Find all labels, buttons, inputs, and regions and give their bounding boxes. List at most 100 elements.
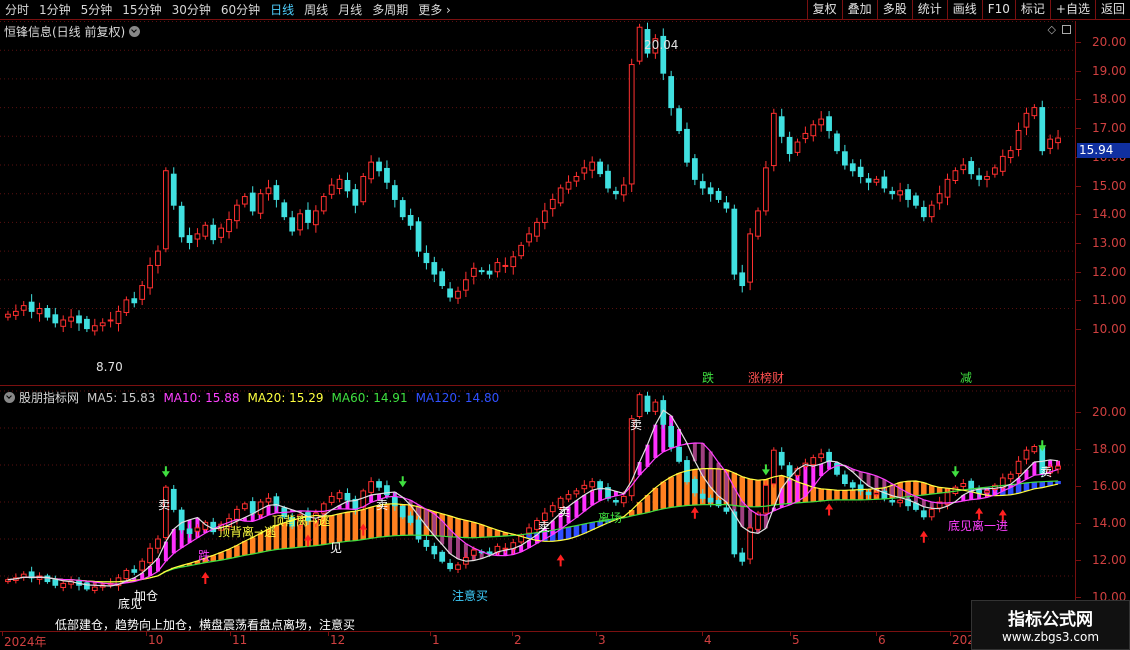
exit-label: 离场	[598, 511, 623, 525]
candle-up	[897, 190, 904, 196]
candle-up	[549, 198, 556, 210]
period-tab[interactable]: 1分钟	[34, 0, 76, 20]
period-tab[interactable]: 日线	[265, 0, 299, 20]
price-tick-label: 18.00	[1092, 92, 1127, 107]
period-tab[interactable]: 5分钟	[76, 0, 118, 20]
price-tick-label: 10.00	[1092, 322, 1127, 336]
period-tab[interactable]: 60分钟	[216, 0, 265, 20]
indicator-panel[interactable]: 股朋指标网 MA5: 15.83 MA10: 15.88 MA20: 15.29…	[0, 387, 1075, 631]
period-tab[interactable]: 多周期	[367, 0, 413, 20]
square-icon[interactable]	[1062, 25, 1071, 34]
price-tick	[1076, 214, 1081, 216]
buy-arrow-icon	[303, 534, 312, 547]
price-tick-label: 14.00	[1092, 207, 1127, 222]
price-tick	[1076, 185, 1081, 187]
candle-down	[968, 480, 975, 490]
add-position-label: 加仓	[134, 589, 159, 603]
candle-down	[739, 552, 746, 562]
candle-down	[707, 497, 714, 503]
indicator-title-text: 股朋指标网	[19, 391, 80, 405]
period-tab[interactable]: 分时	[0, 0, 34, 20]
toolbar-button[interactable]: F10	[981, 0, 1015, 20]
toolbar-button[interactable]: 返回	[1094, 0, 1130, 20]
candle-up	[557, 187, 564, 204]
candle-down	[865, 491, 872, 496]
candle-down	[644, 395, 651, 412]
candle-up	[589, 161, 596, 171]
month-tick	[146, 632, 147, 636]
candle-up	[652, 401, 659, 412]
main-chart-panel[interactable]: 恒锋信息(日线 前复权) ◇ 20.04 8.70 跌 涨榜财 减	[0, 21, 1075, 386]
corner-icons: ◇	[1048, 23, 1071, 36]
candle-down	[699, 493, 706, 499]
candle-down	[723, 507, 730, 512]
see-label: 见	[330, 541, 343, 555]
sell-arrow-icon	[398, 476, 407, 488]
month-tick	[230, 632, 231, 636]
period-tab[interactable]: 15分钟	[117, 0, 166, 20]
price-tick	[1076, 560, 1081, 561]
ma60-label: MA60: 14.91	[331, 390, 408, 405]
candle-up	[99, 322, 106, 327]
watermark-url: www.zbgs3.com	[1001, 630, 1100, 644]
stock-title: 恒锋信息(日线 前复权)	[4, 23, 141, 40]
candle-up	[549, 505, 556, 513]
toolbar-button[interactable]: 统计	[911, 0, 947, 20]
event-tag-3[interactable]: 减	[960, 369, 972, 386]
toolbar-button[interactable]: +自选	[1049, 0, 1095, 20]
candle-down	[415, 519, 422, 540]
diamond-icon[interactable]: ◇	[1048, 23, 1056, 36]
candle-up	[36, 308, 43, 315]
candle-up	[265, 497, 272, 503]
chevron-down-icon[interactable]	[4, 392, 15, 403]
month-tick	[430, 632, 431, 636]
candle-up	[107, 319, 114, 322]
period-tab[interactable]: 月线	[333, 0, 367, 20]
period-tab[interactable]: 更多 ›	[413, 0, 456, 20]
ma20-label: MA20: 15.29	[247, 390, 324, 405]
candle-down	[668, 76, 675, 109]
candle-up	[960, 164, 967, 171]
candle-down	[913, 195, 919, 206]
toolbar-button[interactable]: 复权	[806, 0, 842, 20]
candle-up	[628, 64, 635, 185]
event-tag-2[interactable]: 涨榜财	[748, 369, 784, 386]
candlestick-chart[interactable]	[0, 21, 1075, 386]
period-tab[interactable]: 周线	[299, 0, 333, 20]
period-tab[interactable]: 30分钟	[167, 0, 216, 20]
candle-up	[526, 527, 532, 534]
price-tick-label: 17.00	[1092, 121, 1127, 136]
candle-up	[1047, 138, 1054, 149]
month-label: 12	[330, 633, 346, 647]
toolbar-button[interactable]: 标记	[1014, 0, 1050, 20]
chevron-down-icon[interactable]	[129, 26, 141, 37]
candle-up	[502, 264, 509, 267]
candle-up	[336, 178, 343, 190]
candle-up	[470, 267, 477, 277]
candle-down	[52, 579, 59, 586]
toolbar-button[interactable]: 多股	[876, 0, 912, 20]
candle-up	[155, 250, 161, 266]
candle-up	[928, 204, 935, 218]
candle-up	[526, 233, 532, 243]
candle-up	[581, 167, 588, 174]
candle-down	[170, 173, 177, 206]
candle-down	[273, 185, 280, 200]
candle-down	[905, 189, 911, 200]
toolbar-button[interactable]: 叠加	[841, 0, 877, 20]
candle-up	[91, 586, 98, 591]
candle-up	[565, 181, 572, 190]
toolbar-button[interactable]: 画线	[946, 0, 982, 20]
candle-up	[747, 233, 753, 283]
candle-up	[202, 224, 209, 237]
candle-down	[778, 116, 785, 137]
candle-up	[328, 495, 335, 503]
candle-up	[936, 193, 943, 204]
event-tag-1[interactable]: 跌	[702, 369, 714, 386]
candle-up	[313, 210, 319, 226]
candle-down	[44, 308, 51, 318]
candle-up	[218, 227, 224, 238]
buy-arrow-icon	[919, 530, 928, 543]
candle-up	[241, 503, 248, 510]
candle-up	[944, 178, 951, 198]
